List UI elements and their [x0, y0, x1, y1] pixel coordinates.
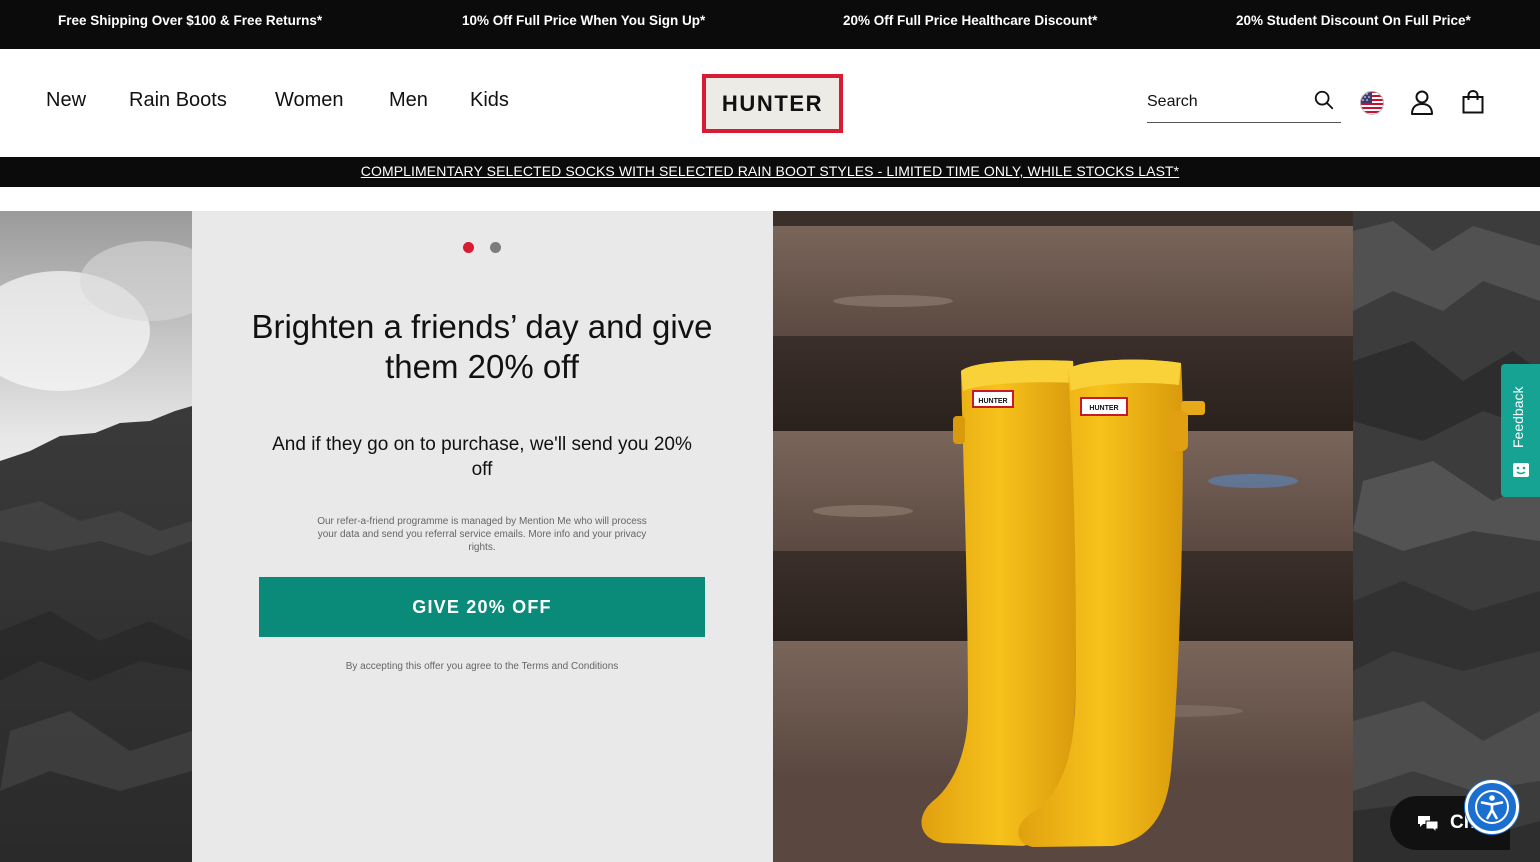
us-flag-icon[interactable] [1360, 91, 1384, 115]
accessibility-icon [1475, 790, 1509, 824]
promo-healthcare-discount[interactable]: 20% Off Full Price Healthcare Discount* [843, 0, 1097, 42]
hunter-logo[interactable]: HUNTER [702, 74, 843, 133]
mountain-image-left [0, 211, 192, 862]
referral-title: Brighten a friends’ day and give them 20… [251, 308, 713, 385]
rock-image-right [1353, 211, 1540, 862]
accessibility-button[interactable] [1465, 780, 1519, 834]
carousel-dot-1[interactable] [463, 242, 474, 253]
nav-new[interactable]: New [46, 89, 86, 112]
carousel-dot-2[interactable] [490, 242, 501, 253]
shopping-bag-icon[interactable] [1462, 90, 1484, 114]
referral-subtitle: And if they go on to purchase, we'll sen… [272, 434, 692, 480]
search-box [1147, 85, 1341, 123]
promo-bar: Free Shipping Over $100 & Free Returns* … [0, 0, 1540, 49]
yellow-boots-image: HUNTER HUNTER [773, 211, 1353, 862]
search-input[interactable] [1147, 89, 1307, 115]
referral-terms[interactable]: By accepting this offer you agree to the… [282, 661, 682, 672]
right-boot-label: HUNTER [1089, 405, 1118, 412]
account-icon[interactable] [1410, 89, 1434, 115]
promo-free-shipping[interactable]: Free Shipping Over $100 & Free Returns* [58, 0, 322, 42]
announcement-link[interactable]: COMPLIMENTARY SELECTED SOCKS WITH SELECT… [361, 163, 1179, 179]
referral-panel: Brighten a friends’ day and give them 20… [192, 211, 773, 862]
referral-fine-print: Our refer-a-friend programme is managed … [317, 516, 647, 553]
feedback-smiley-icon [1513, 463, 1529, 477]
give-20-off-button[interactable]: GIVE 20% OFF [259, 577, 705, 637]
feedback-tab[interactable]: Feedback [1501, 364, 1540, 497]
left-boot-label: HUNTER [978, 398, 1007, 405]
nav-kids[interactable]: Kids [470, 89, 509, 112]
announcement-bar: COMPLIMENTARY SELECTED SOCKS WITH SELECT… [0, 157, 1540, 187]
nav-women[interactable]: Women [275, 89, 344, 112]
chat-bubbles-icon [1418, 816, 1439, 833]
feedback-label: Feedback [1510, 386, 1526, 448]
site-header: New Rain Boots Women Men Kids HUNTER [0, 49, 1540, 157]
search-icon[interactable] [1313, 89, 1335, 111]
promo-signup-discount[interactable]: 10% Off Full Price When You Sign Up* [462, 0, 705, 42]
nav-men[interactable]: Men [389, 89, 428, 112]
nav-rain-boots[interactable]: Rain Boots [129, 89, 227, 112]
promo-student-discount[interactable]: 20% Student Discount On Full Price* [1236, 0, 1471, 42]
logo-text: HUNTER [721, 90, 824, 116]
